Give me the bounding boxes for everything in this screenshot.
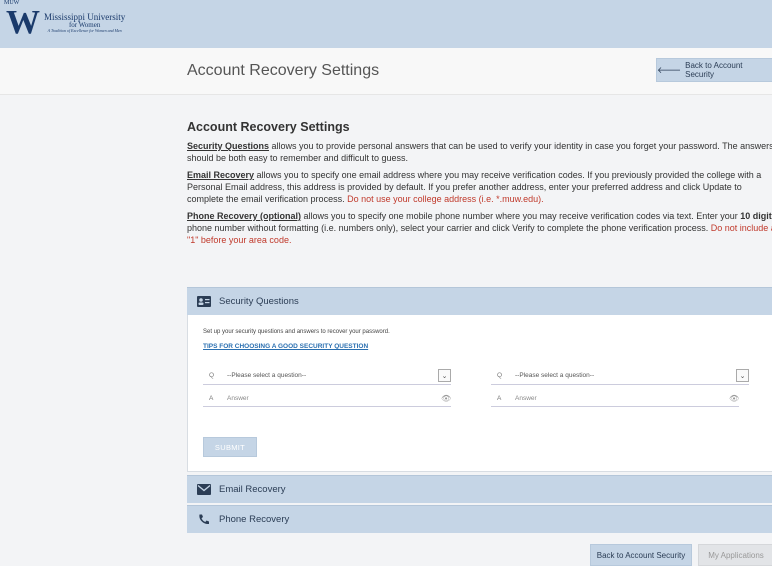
eye-icon[interactable]: 👁 [441, 394, 451, 403]
arrow-left-icon: 🡐 [657, 64, 682, 75]
answer-1-placeholder: Answer [227, 395, 249, 402]
answer-1-field[interactable]: A Answer 👁 [203, 391, 451, 407]
phone-recovery-header[interactable]: Phone Recovery [187, 505, 772, 533]
question-1-select[interactable]: Q --Please select a question-- ⌄ [203, 367, 451, 385]
phone-recovery-panel: Phone Recovery [187, 505, 772, 533]
logo-mark: MUW W [4, 0, 40, 41]
logo-mark-small: MUW [4, 0, 20, 6]
question-2-prefix: Q [497, 372, 503, 379]
security-questions-description: Security Questions allows you to provide… [187, 140, 772, 164]
logo-text: Mississippi University for Women A Tradi… [44, 13, 125, 33]
logo-mark-letter: W [6, 4, 40, 41]
intro-section: Account Recovery Settings Security Quest… [187, 120, 772, 251]
question-1-prefix: Q [209, 372, 215, 379]
phone-recovery-term: Phone Recovery (optional) [187, 211, 302, 221]
phone-icon [199, 514, 209, 525]
eye-icon[interactable]: 👁 [729, 394, 739, 403]
answer-2-field[interactable]: A Answer 👁 [491, 391, 739, 407]
security-questions-panel: Security Questions Set up your security … [187, 287, 772, 472]
my-applications-button[interactable]: My Applications [698, 544, 772, 566]
phone-recovery-text-2: phone number without formatting (i.e. nu… [187, 223, 711, 233]
answer-2-placeholder: Answer [515, 395, 537, 402]
question-1-value: --Please select a question-- [227, 372, 307, 379]
phone-recovery-text-1: allows you to specify one mobile phone n… [301, 211, 741, 221]
phone-recovery-description: Phone Recovery (optional) allows you to … [187, 210, 772, 246]
security-questions-heading: Security Questions [219, 296, 299, 307]
email-recovery-term: Email Recovery [187, 170, 255, 180]
question-2-value: --Please select a question-- [515, 372, 595, 379]
university-logo[interactable]: MUW W Mississippi University for Women A… [4, 0, 125, 41]
id-card-icon [197, 296, 211, 307]
tips-link[interactable]: TIPS FOR CHOOSING A GOOD SECURITY QUESTI… [203, 343, 368, 350]
security-questions-text: allows you to provide personal answers t… [187, 141, 772, 163]
email-warning: Do not use your college address (i.e. *.… [347, 194, 544, 204]
chevron-down-icon[interactable]: ⌄ [736, 369, 749, 382]
chevron-down-icon[interactable]: ⌄ [438, 369, 451, 382]
email-recovery-description: Email Recovery allows you to specify one… [187, 169, 772, 205]
security-questions-term: Security Questions [187, 141, 270, 151]
logo-tagline: A Tradition of Excellence for Women and … [47, 28, 122, 33]
security-questions-body: Set up your security questions and answe… [187, 315, 772, 472]
answer-1-prefix: A [209, 395, 214, 402]
top-bar: MUW W Mississippi University for Women A… [0, 0, 772, 48]
back-to-account-security-button[interactable]: 🡐 Back to Account Security [656, 58, 772, 82]
envelope-icon [197, 484, 211, 495]
email-recovery-panel: Email Recovery [187, 475, 772, 503]
security-questions-header[interactable]: Security Questions [187, 287, 772, 315]
page-title: Account Recovery Settings [187, 62, 380, 79]
question-2-select[interactable]: Q --Please select a question-- ⌄ [491, 367, 749, 385]
footer-back-to-account-security-button[interactable]: Back to Account Security [590, 544, 692, 566]
page-header: Account Recovery Settings 🡐 Back to Acco… [0, 48, 772, 95]
answer-2-prefix: A [497, 395, 502, 402]
phone-recovery-heading: Phone Recovery [219, 514, 290, 525]
submit-button[interactable]: SUBMIT [203, 437, 257, 457]
section-title: Account Recovery Settings [187, 120, 350, 134]
back-button-label: Back to Account Security [685, 61, 743, 79]
email-recovery-header[interactable]: Email Recovery [187, 475, 772, 503]
email-recovery-heading: Email Recovery [219, 484, 286, 495]
phone-digits-emphasis: 10 digit [740, 211, 772, 221]
security-questions-instructions: Set up your security questions and answe… [203, 329, 390, 335]
